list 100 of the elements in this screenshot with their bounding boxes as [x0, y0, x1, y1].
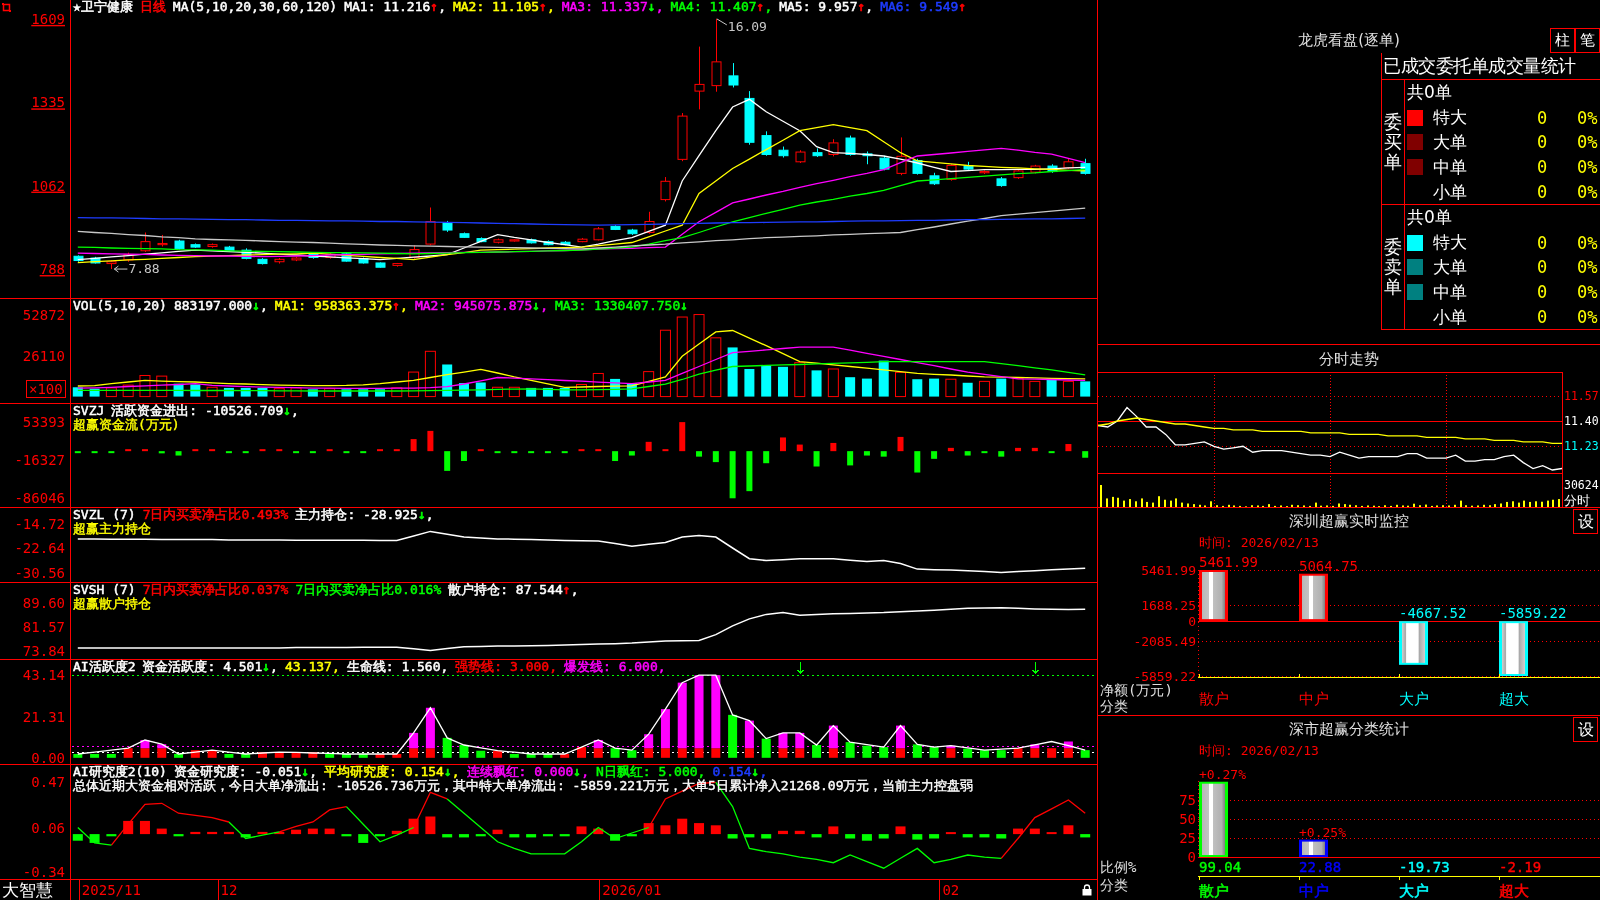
legend-text: MA(5,10,20,30,60,120)	[172, 0, 338, 14]
trend-arrow: ↑	[756, 0, 765, 14]
legend-text: ,	[764, 0, 773, 14]
legend-text: MA2: 945075.875	[414, 299, 533, 313]
legend-text: 活跃资金进出: -10526.709	[111, 404, 284, 418]
order-count: 0	[1537, 257, 1549, 278]
trend-arrow: ↑	[857, 0, 866, 14]
chart-timestamp: 时间: 2026/02/13	[1198, 742, 1320, 760]
legend-text: ,	[270, 660, 278, 674]
order-percent: 0%	[1577, 132, 1599, 153]
panel-title: 深圳超赢实时监控	[1289, 511, 1409, 531]
order-count: 0	[1537, 107, 1549, 128]
axis-title: 比例%	[1100, 859, 1137, 875]
axis-label: 89.60	[22, 594, 65, 611]
axis-label: 26110	[22, 348, 65, 365]
indicator-caption: 超赢散户持仓	[73, 597, 151, 611]
change-label: +0.25%	[1299, 824, 1346, 840]
category-label: 散户	[1199, 690, 1229, 708]
trend-arrow: ↓	[680, 299, 689, 313]
trend-arrow: ↓	[443, 765, 452, 779]
legend-text: ★卫宁健康	[73, 0, 133, 14]
bar-value-label: -19.73	[1399, 859, 1450, 875]
trend-arrow: ↑	[539, 0, 547, 14]
trend-arrow: ↓	[573, 765, 582, 779]
order-size-label: 小单	[1433, 305, 1468, 329]
unit-label: ×100	[26, 380, 66, 398]
legend-text: MA3: 11.337	[561, 0, 648, 14]
axis-title: 净额(万元)	[1100, 682, 1173, 698]
legend-text: 资金研究度: -0.051	[173, 765, 302, 779]
axis-label: 788	[39, 261, 65, 278]
axis-label: 73.84	[22, 642, 65, 659]
legend-text: ,	[438, 0, 446, 14]
order-count: 0	[1537, 282, 1549, 303]
order-size-label: 大单	[1433, 256, 1468, 279]
date-label: 02	[939, 879, 960, 900]
bar-value-label: 99.04	[1199, 859, 1242, 875]
order-total: 共0单	[1407, 81, 1452, 104]
order-size-label: 中单	[1433, 155, 1468, 179]
axis-label: 75	[1179, 792, 1196, 808]
chart-timestamp: 时间: 2026/02/13	[1198, 534, 1320, 552]
category-label: 大户	[1399, 882, 1429, 900]
axis-label: -22.64	[14, 540, 65, 557]
order-percent: 0%	[1577, 182, 1599, 203]
panel-title: 龙虎看盘(逐单)	[1298, 30, 1400, 51]
legend-text: AI研究度2(10)	[73, 765, 167, 779]
legend-text: 强势线: 3.000,	[455, 660, 557, 674]
price-label: 7.88	[128, 261, 160, 277]
panel-title: 分时走势	[1319, 348, 1379, 369]
group-label: 委卖单	[1384, 237, 1402, 297]
legend-text: ,	[425, 508, 434, 522]
legend-text: 883197.000	[173, 299, 253, 313]
trend-arrow: ↑	[958, 0, 967, 14]
volume-peak-label: 30624	[1564, 478, 1599, 492]
panel-title: 深市超赢分类统计	[1289, 719, 1409, 739]
trend-arrow: ↑	[430, 0, 439, 14]
trend-arrow: ↑	[392, 299, 401, 313]
axis-title: 分类	[1100, 698, 1128, 714]
axis-label: 0.00	[31, 749, 65, 764]
order-count: 0	[1537, 132, 1549, 153]
order-percent: 0%	[1577, 282, 1599, 303]
bar-value-label: -4667.52	[1399, 605, 1467, 622]
order-count: 0	[1537, 232, 1549, 253]
trend-arrow: ↑	[562, 583, 571, 597]
legend-text: ,	[400, 299, 408, 313]
trend-arrow: ↓	[301, 765, 310, 779]
group-label: 委买单	[1384, 112, 1402, 172]
axis-label: 0	[1187, 849, 1196, 865]
order-total: 共0单	[1407, 206, 1452, 229]
order-size-label: 小单	[1433, 180, 1468, 204]
axis-label: 1335	[31, 94, 65, 111]
order-percent: 0%	[1577, 232, 1599, 253]
legend-text: 连续飘红: 0.000	[466, 765, 574, 779]
category-label: 散户	[1199, 882, 1229, 900]
axis-label: 1688.25	[1141, 598, 1196, 614]
axis-title: 分类	[1100, 877, 1128, 893]
legend-text: MA1: 11.216	[344, 0, 431, 14]
axis-label: 25	[1179, 830, 1196, 846]
bar-value-label: -2.19	[1499, 859, 1542, 875]
legend-text: ,	[570, 583, 579, 597]
date-label: 12	[218, 879, 238, 900]
category-label: 大户	[1399, 690, 1429, 708]
legend-text: MA3: 1330407.750	[555, 299, 681, 313]
indicator-caption: 超赢资金流(万元)	[73, 418, 180, 432]
axis-label: 11.57	[1564, 388, 1599, 403]
legend-text: MA5: 9.957	[779, 0, 858, 14]
legend-text: 43.137,	[284, 660, 340, 674]
legend-text: N日飘红: 5.000,	[596, 765, 706, 779]
legend-text: 7日内买卖净占比0.037%	[142, 583, 289, 597]
trend-arrow: ↓	[532, 299, 541, 313]
category-label: 中户	[1299, 690, 1329, 708]
order-size-label: 中单	[1433, 280, 1468, 304]
legend-text: 平均研究度: 0.154	[324, 765, 444, 779]
trend-arrow: ↓	[417, 508, 426, 522]
order-size-label: 大单	[1433, 131, 1468, 154]
brand-name: 大智慧	[2, 880, 53, 900]
axis-label: 81.57	[22, 619, 65, 636]
price-label: 16.09	[727, 18, 767, 34]
axis-label: 50	[1179, 811, 1196, 827]
date-label: 2025/11	[79, 879, 141, 900]
category-label: 超大	[1499, 882, 1529, 900]
